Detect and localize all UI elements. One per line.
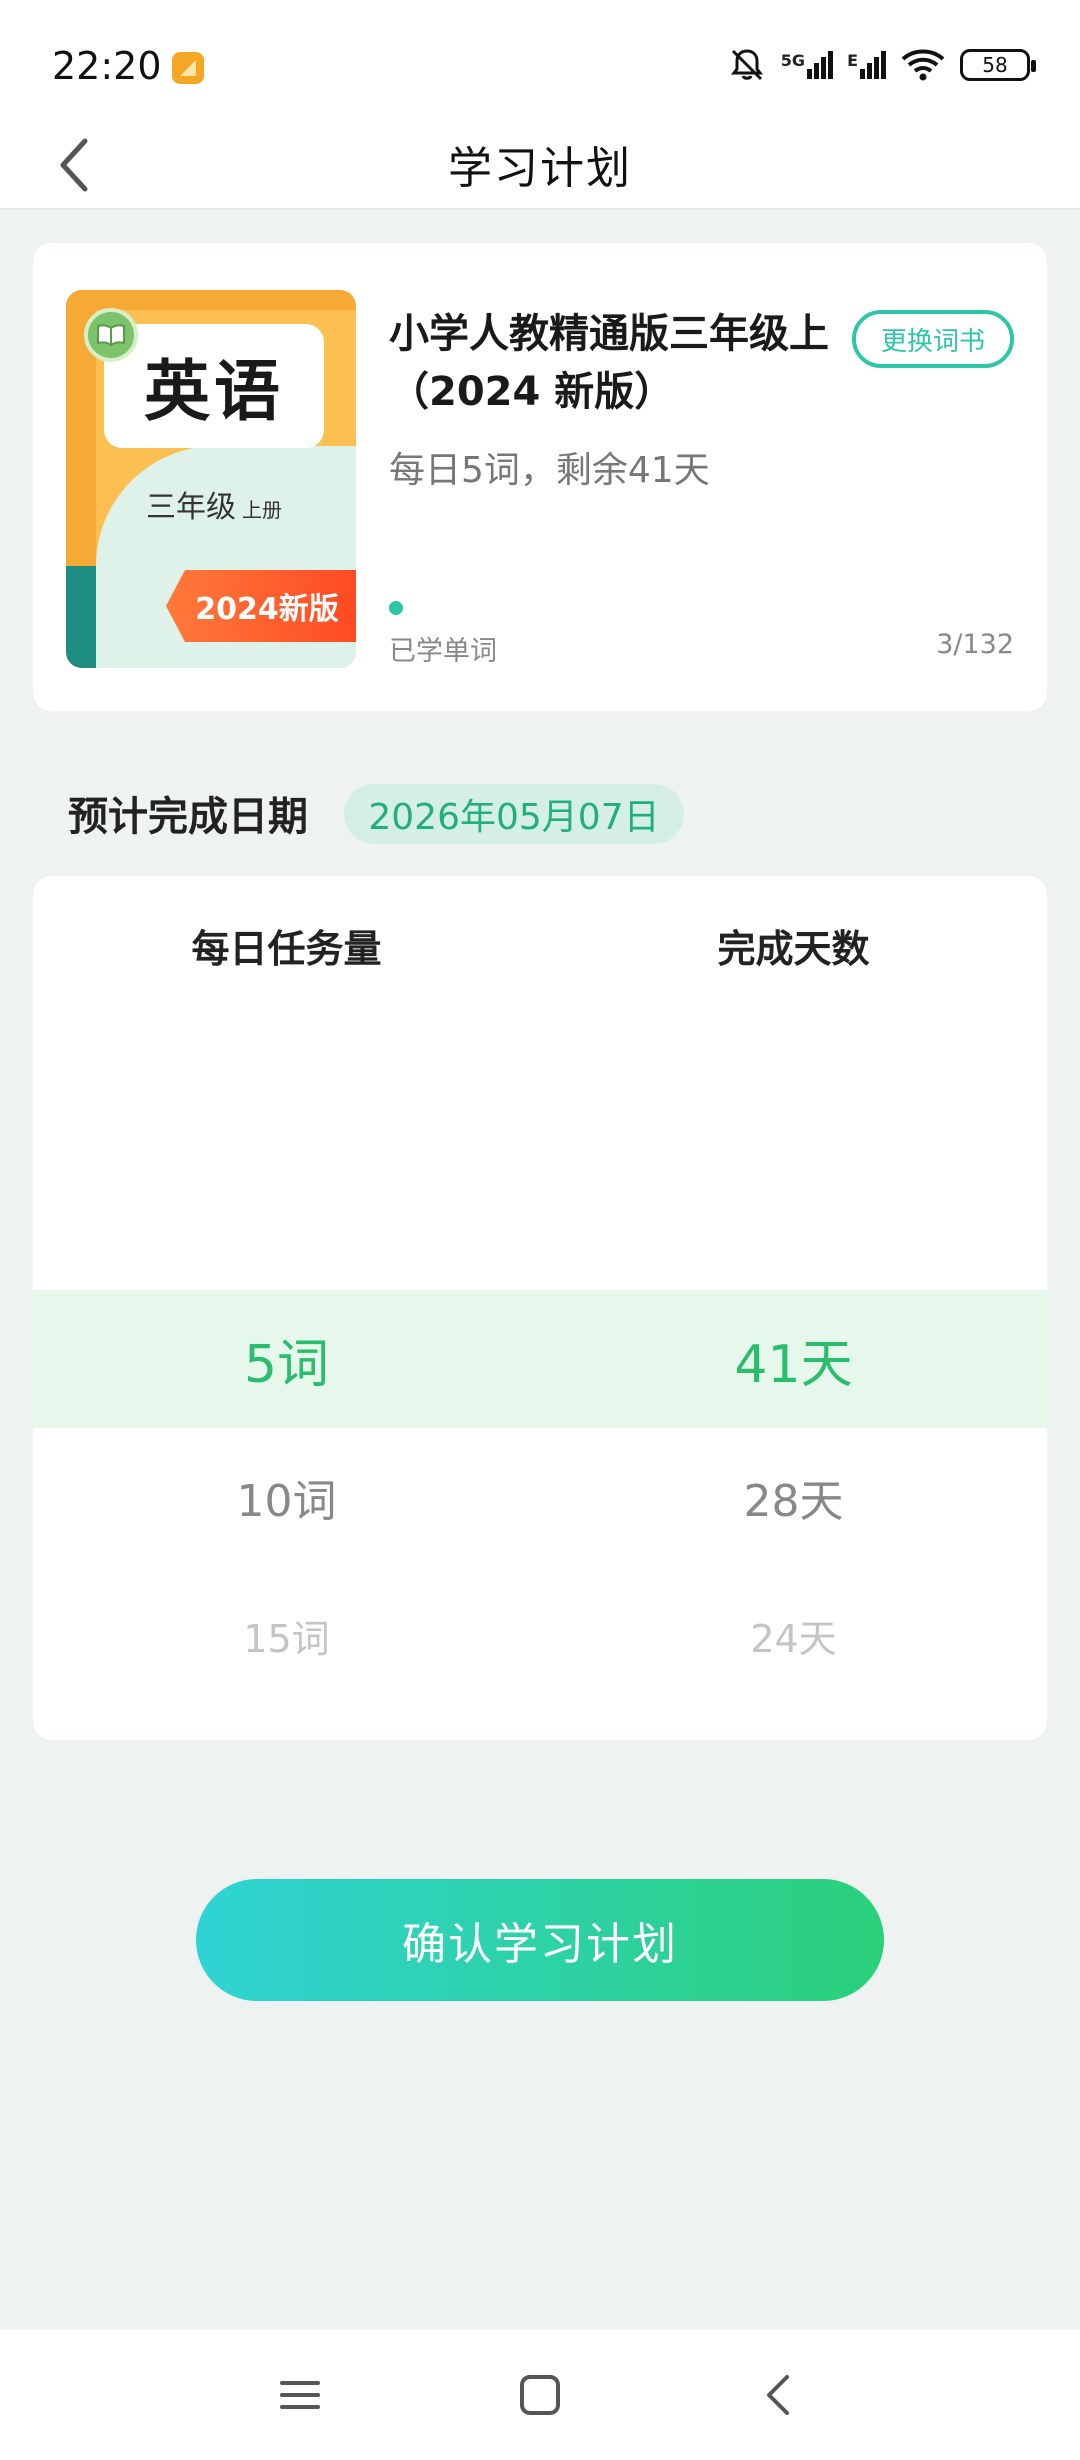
- chevron-left-icon: [767, 2375, 789, 2415]
- status-icons: 5G E 58: [727, 40, 1036, 90]
- days-option[interactable]: 28天: [540, 1428, 1047, 1566]
- daily-option[interactable]: 15词: [33, 1566, 540, 1704]
- book-card: 英语 三年级 上册 2024新版 小学人教精通版三年级上（2024 新版） 更换词…: [33, 243, 1047, 711]
- completion-date-value: 2026年05月07日: [344, 784, 684, 844]
- wifi-icon: [901, 49, 945, 81]
- system-nav-bar: [0, 2330, 1080, 2460]
- bell-muted-icon: [730, 49, 763, 81]
- book-cover[interactable]: 英语 三年级 上册 2024新版: [66, 290, 356, 668]
- book-plan-summary: 每日5词，剩余41天: [389, 450, 710, 491]
- signal-e-icon: E: [847, 51, 886, 79]
- change-book-button[interactable]: 更换词书: [852, 310, 1014, 368]
- picker-row[interactable]: 10词 28天: [33, 1428, 1047, 1566]
- home-button[interactable]: [510, 2365, 570, 2425]
- learned-progress-indicator: [389, 601, 403, 615]
- days-option[interactable]: 24天: [540, 1566, 1047, 1704]
- book-title: 小学人教精通版三年级上（2024 新版）: [389, 311, 829, 415]
- daily-option[interactable]: 10词: [33, 1428, 540, 1566]
- signal-5g-icon: 5G: [781, 51, 834, 79]
- status-time: 22:20: [52, 44, 162, 88]
- picker-row[interactable]: 15词 24天: [33, 1566, 1047, 1704]
- daily-option[interactable]: 5词: [33, 1290, 540, 1428]
- picker-row-selected[interactable]: 5词 41天: [33, 1290, 1047, 1428]
- completion-date-label: 预计完成日期: [68, 794, 308, 840]
- daily-task-header: 每日任务量: [191, 927, 382, 971]
- system-back-button[interactable]: [748, 2365, 808, 2425]
- confirm-plan-button[interactable]: 确认学习计划: [196, 1879, 884, 2001]
- learned-words-label: 已学单词: [389, 636, 497, 667]
- open-book-icon: [84, 308, 138, 362]
- menu-button[interactable]: [270, 2365, 330, 2425]
- app-header: 学习计划: [0, 120, 1080, 210]
- home-square-icon: [520, 2375, 560, 2415]
- status-bar: 22:20 5G E 58: [0, 0, 1080, 120]
- days-option[interactable]: 41天: [540, 1290, 1047, 1428]
- battery-icon: 58: [960, 49, 1036, 81]
- menu-icon: [280, 2381, 320, 2409]
- page-title: 学习计划: [448, 143, 632, 194]
- learned-words-count: 3/132: [936, 629, 1014, 660]
- plan-picker: 每日任务量 完成天数 5词 41天 10词 28天 15词 24天: [33, 876, 1047, 1740]
- cover-grade: 三年级 上册: [146, 490, 282, 525]
- completion-days-header: 完成天数: [717, 927, 870, 971]
- notification-icon: [172, 52, 204, 84]
- battery-level: 58: [982, 53, 1008, 77]
- cover-title: 英语: [104, 324, 324, 448]
- cover-edition-badge: 2024新版: [166, 570, 356, 642]
